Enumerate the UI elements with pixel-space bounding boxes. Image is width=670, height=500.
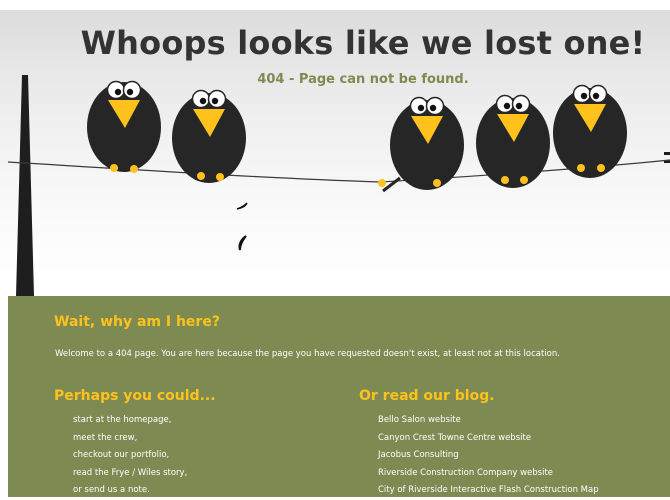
link-frye-wiles-story[interactable]: read the Frye / Wiles story,: [73, 465, 187, 483]
falling-feather-icon: [236, 202, 248, 251]
link-portfolio[interactable]: checkout our portfolio,: [73, 447, 187, 465]
blog-list: Bello Salon website Canyon Crest Towne C…: [378, 412, 599, 500]
crow-3: [378, 96, 464, 193]
explanation-text: Welcome to a 404 page. You are here beca…: [55, 349, 560, 359]
explanation-heading: Wait, why am I here?: [54, 314, 220, 330]
blog-heading: Or read our blog.: [359, 388, 495, 404]
link-meet-crew[interactable]: meet the crew,: [73, 430, 187, 448]
hero-illustration: Whoops looks like we lost one! 404 - Pag…: [0, 10, 670, 296]
blog-link-riverside-construction[interactable]: Riverside Construction Company website: [378, 465, 599, 483]
crow-2: [172, 89, 246, 183]
link-homepage[interactable]: start at the homepage,: [73, 412, 187, 430]
suggestions-heading: Perhaps you could...: [54, 388, 216, 404]
blog-link-canyon-crest[interactable]: Canyon Crest Towne Centre website: [378, 430, 599, 448]
crow-1: [87, 80, 161, 173]
error-subtitle: 404 - Page can not be found.: [257, 72, 469, 87]
blog-link-bello-salon[interactable]: Bello Salon website: [378, 412, 599, 430]
page-title: Whoops looks like we lost one!: [80, 24, 646, 62]
crow-5: [553, 84, 627, 178]
blog-link-jacobus[interactable]: Jacobus Consulting: [378, 447, 599, 465]
suggestions-list: start at the homepage, meet the crew, ch…: [73, 412, 187, 500]
crow-4: [476, 94, 550, 188]
help-panel: Wait, why am I here? Welcome to a 404 pa…: [8, 296, 670, 497]
